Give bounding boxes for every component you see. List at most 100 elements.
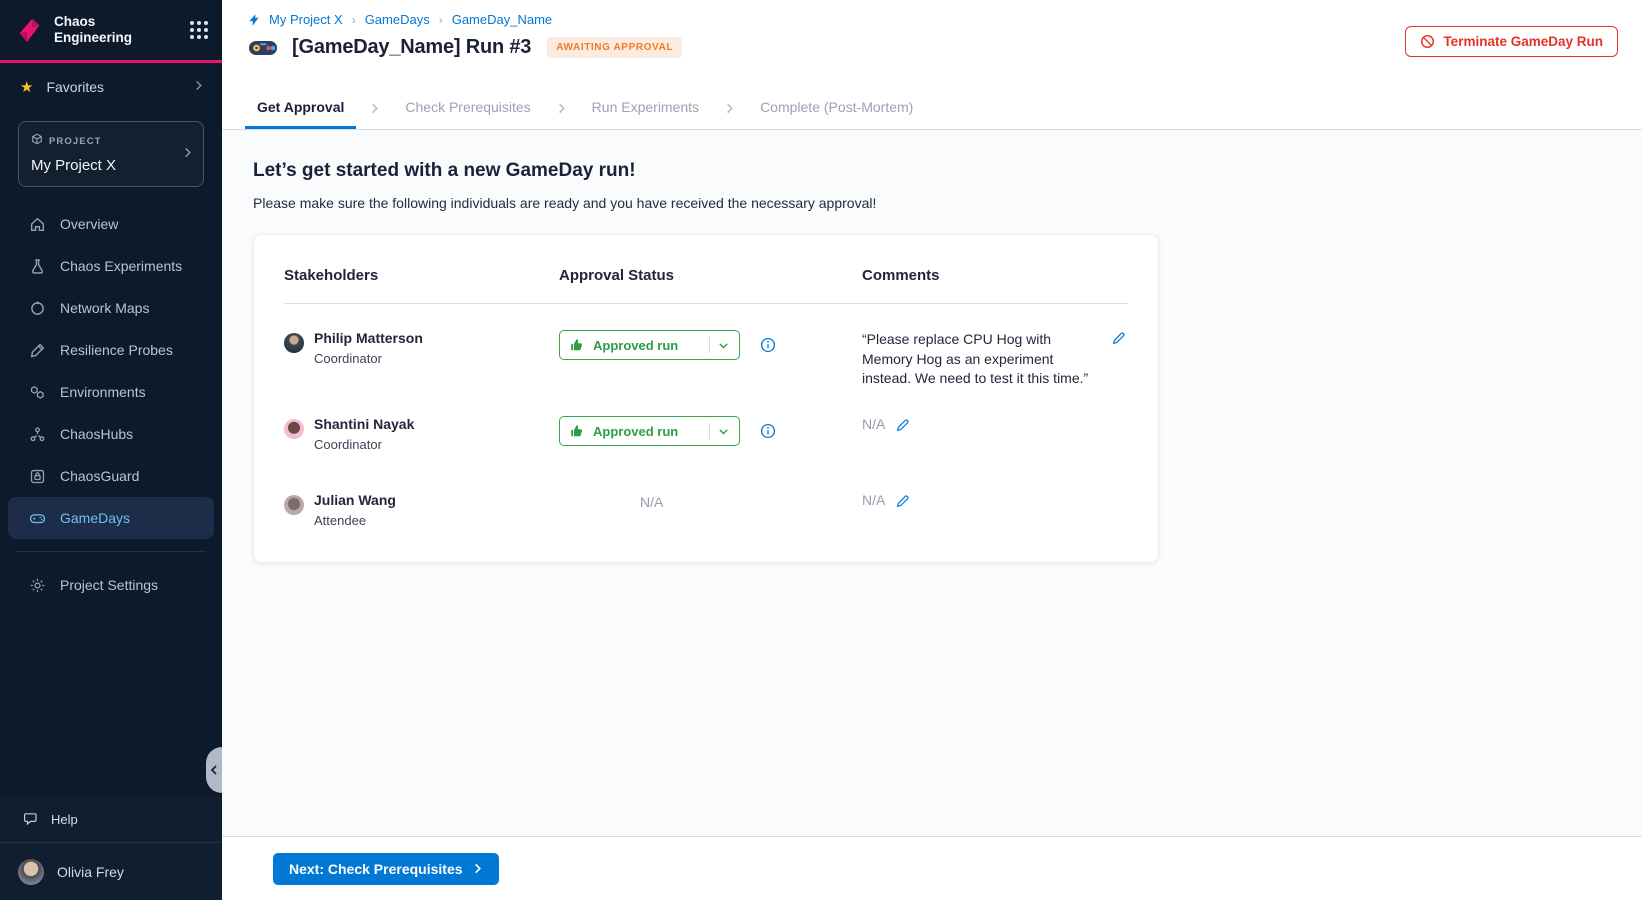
- favorites-row[interactable]: ★ Favorites: [0, 65, 222, 109]
- avatar: [284, 495, 304, 515]
- stakeholder: Shantini Nayak Coordinator: [284, 416, 559, 452]
- gear-icon: [29, 577, 46, 594]
- stakeholder-name: Philip Matterson: [314, 330, 423, 346]
- chevron-right-icon: [182, 145, 193, 163]
- edit-pencil-icon[interactable]: [896, 494, 910, 508]
- edit-pencil-icon[interactable]: [1112, 331, 1126, 345]
- user-name: Olivia Frey: [57, 864, 124, 880]
- project-label: PROJECT: [49, 136, 102, 147]
- sidebar-item-gamedays[interactable]: GameDays: [8, 497, 214, 539]
- user-profile-row[interactable]: Olivia Frey: [0, 842, 222, 900]
- edit-pencil-icon[interactable]: [896, 418, 910, 432]
- stakeholder: Julian Wang Attendee: [284, 492, 559, 528]
- content-subheading: Please make sure the following individua…: [253, 195, 1642, 211]
- hexagons-icon: [29, 384, 46, 401]
- comment-na: N/A: [862, 492, 885, 508]
- chevron-right-icon: [724, 88, 735, 129]
- star-icon: ★: [20, 78, 33, 96]
- breadcrumb-link-gamedays[interactable]: GameDays: [365, 12, 430, 27]
- main-area: My Project X › GameDays › GameDay_Name […: [222, 0, 1642, 900]
- stakeholder-name: Julian Wang: [314, 492, 396, 508]
- sidebar-item-chaos-experiments[interactable]: Chaos Experiments: [8, 245, 214, 287]
- project-name: My Project X: [31, 157, 191, 174]
- terminate-gameday-button[interactable]: Terminate GameDay Run: [1405, 26, 1618, 57]
- sidebar-bottom: Help Olivia Frey: [0, 796, 222, 900]
- approval-status-dropdown[interactable]: Approved run: [559, 330, 740, 360]
- network-map-icon: [29, 300, 46, 317]
- breadcrumb-link-project[interactable]: My Project X: [269, 12, 343, 27]
- footer-bar: Next: Check Prerequisites: [222, 836, 1642, 900]
- table-row: Julian Wang Attendee N/A N/A: [284, 492, 1128, 528]
- breadcrumb-separator: ›: [352, 13, 356, 27]
- user-avatar: [18, 859, 44, 885]
- info-icon[interactable]: [760, 423, 776, 439]
- info-icon[interactable]: [760, 337, 776, 353]
- avatar: [284, 333, 304, 353]
- breadcrumb-link-gameday-name[interactable]: GameDay_Name: [452, 12, 552, 27]
- sidebar-item-resilience-probes[interactable]: Resilience Probes: [8, 329, 214, 371]
- sidebar-header: Chaos Engineering: [0, 0, 222, 60]
- sidebar-divider: [16, 551, 206, 552]
- table-row: Shantini Nayak Coordinator Approved run: [284, 416, 1128, 464]
- chevron-down-icon: [718, 340, 729, 351]
- gamepad-icon: [29, 510, 46, 527]
- sidebar-item-network-maps[interactable]: Network Maps: [8, 287, 214, 329]
- page-header: My Project X › GameDays › GameDay_Name […: [222, 0, 1642, 88]
- sidebar: Chaos Engineering ★ Favorites PROJECT My…: [0, 0, 222, 900]
- next-check-prerequisites-button[interactable]: Next: Check Prerequisites: [273, 853, 499, 885]
- thumbs-up-icon: [570, 338, 584, 352]
- sidebar-item-overview[interactable]: Overview: [8, 203, 214, 245]
- breadcrumb: My Project X › GameDays › GameDay_Name: [247, 12, 1642, 27]
- sidebar-collapse-handle[interactable]: [206, 747, 222, 793]
- brand-divider: [0, 60, 222, 63]
- probe-icon: [29, 342, 46, 359]
- project-selector[interactable]: PROJECT My Project X: [18, 121, 204, 187]
- module-grid-icon[interactable]: [190, 21, 208, 39]
- chevron-right-icon: [369, 88, 380, 129]
- flask-icon: [29, 258, 46, 275]
- table-row: Philip Matterson Coordinator Approved ru…: [284, 330, 1128, 390]
- chaos-logo-icon: [15, 16, 44, 45]
- chevron-down-icon: [718, 426, 729, 437]
- favorites-label: Favorites: [46, 79, 104, 95]
- sidebar-menu: Overview Chaos Experiments Network Maps …: [0, 203, 222, 539]
- gamepad-title-icon: [247, 37, 279, 59]
- stakeholder-role: Attendee: [314, 513, 396, 528]
- content-heading: Let’s get started with a new GameDay run…: [253, 160, 1642, 182]
- approval-status-dropdown[interactable]: Approved run: [559, 416, 740, 446]
- prohibit-icon: [1420, 34, 1435, 49]
- sidebar-item-project-settings[interactable]: Project Settings: [8, 564, 214, 606]
- stakeholders-card: Stakeholders Approval Status Comments Ph…: [253, 234, 1159, 563]
- content-area: Let’s get started with a new GameDay run…: [222, 130, 1642, 836]
- chevron-right-icon: [193, 78, 204, 96]
- step-run-experiments[interactable]: Run Experiments: [580, 88, 711, 129]
- status-badge: AWAITING APPROVAL: [547, 37, 682, 58]
- hub-icon: [29, 426, 46, 443]
- comment-text: “Please replace CPU Hog with Memory Hog …: [862, 330, 1096, 389]
- sidebar-item-chaoshubs[interactable]: ChaosHubs: [8, 413, 214, 455]
- approval-na: N/A: [559, 494, 862, 510]
- column-header-stakeholders: Stakeholders: [284, 267, 559, 284]
- avatar: [284, 419, 304, 439]
- column-header-approval-status: Approval Status: [559, 267, 862, 284]
- help-row[interactable]: Help: [0, 796, 222, 842]
- chaos-breadcrumb-icon: [247, 13, 261, 27]
- stakeholder-role: Coordinator: [314, 351, 423, 366]
- stakeholder-role: Coordinator: [314, 437, 414, 452]
- step-get-approval[interactable]: Get Approval: [245, 88, 356, 129]
- chevron-right-icon: [472, 863, 483, 874]
- stakeholder: Philip Matterson Coordinator: [284, 330, 559, 366]
- step-check-prerequisites[interactable]: Check Prerequisites: [393, 88, 542, 129]
- table-header-row: Stakeholders Approval Status Comments: [284, 267, 1128, 304]
- column-header-comments: Comments: [862, 267, 1128, 284]
- sidebar-item-environments[interactable]: Environments: [8, 371, 214, 413]
- app-title: Chaos Engineering: [54, 14, 132, 46]
- chevron-right-icon: [556, 88, 567, 129]
- run-stepper: Get Approval Check Prerequisites Run Exp…: [222, 88, 1642, 130]
- sidebar-item-chaosguard[interactable]: ChaosGuard: [8, 455, 214, 497]
- cube-icon: [31, 132, 43, 150]
- thumbs-up-icon: [570, 424, 584, 438]
- lock-icon: [29, 468, 46, 485]
- breadcrumb-separator: ›: [439, 13, 443, 27]
- step-complete-post-mortem[interactable]: Complete (Post-Mortem): [748, 88, 925, 129]
